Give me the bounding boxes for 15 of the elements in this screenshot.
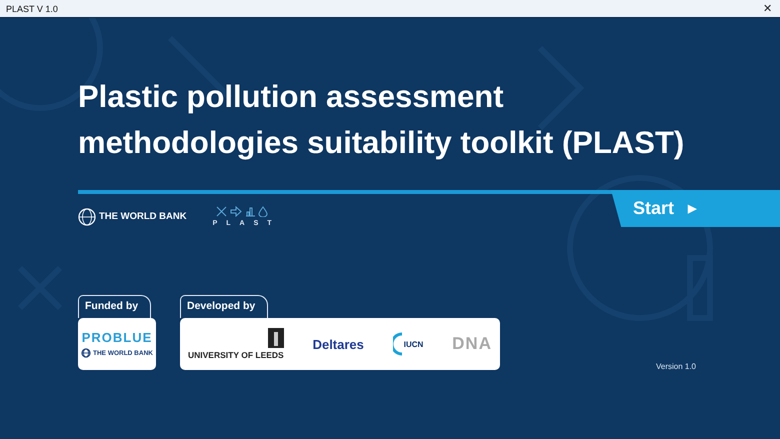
logo-text: PROBLUE xyxy=(82,330,152,345)
page-title: Plastic pollution assessment methodologies suitability toolkit (PLAST) xyxy=(78,78,686,162)
partner-name: DNA xyxy=(452,334,492,354)
logo-text: THE WORLD BANK xyxy=(99,211,187,222)
partner-name: UNIVERSITY OF LEEDS xyxy=(188,350,284,360)
partner-name: IUCN xyxy=(404,340,424,348)
tower-icon xyxy=(268,328,284,348)
ring-icon xyxy=(392,332,403,356)
globe-icon xyxy=(81,348,92,358)
partner-name: Deltares xyxy=(312,336,364,352)
globe-icon xyxy=(78,208,96,226)
version-label: Version 1.0 xyxy=(656,362,696,371)
window-title: PLAST V 1.0 xyxy=(6,4,58,14)
plast-icons-drawing xyxy=(216,206,268,217)
close-button[interactable]: ✕ xyxy=(761,2,774,15)
